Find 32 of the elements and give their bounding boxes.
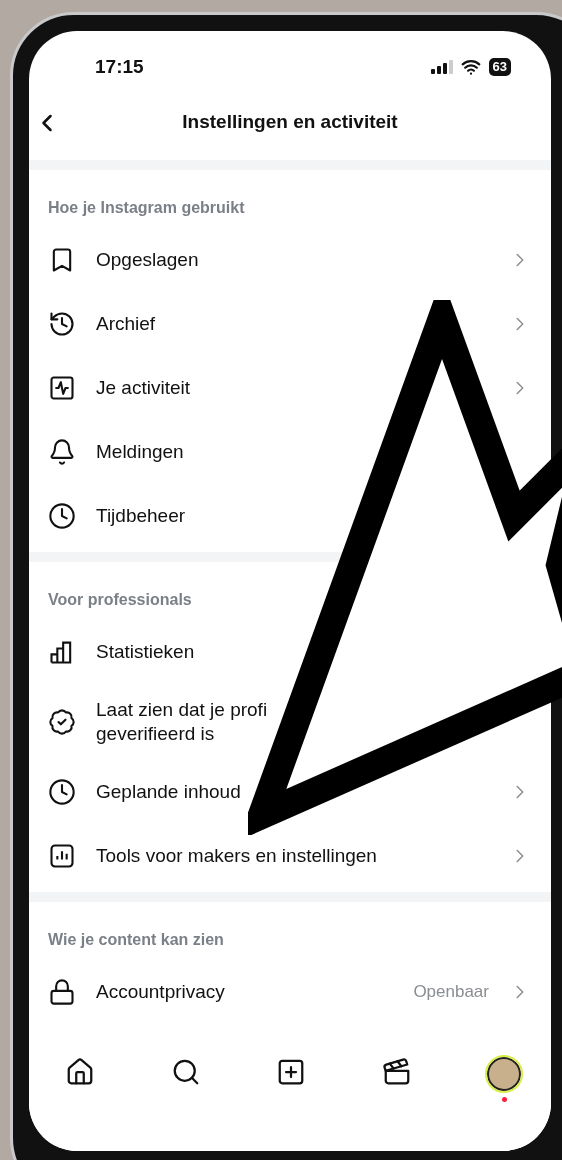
battery-indicator: 63 (488, 58, 511, 76)
row-label[interactable]: Je activiteit (96, 376, 190, 400)
status-time: 17:15 (95, 54, 144, 79)
section-heading: Wie je content kan zien (48, 930, 224, 950)
clock-icon (48, 778, 76, 806)
wifi-icon (460, 57, 481, 77)
row-label[interactable]: Statistieken (96, 640, 195, 664)
screen-title: Instellingen en activiteit (182, 110, 398, 135)
clapperboard-icon[interactable] (381, 1057, 412, 1087)
row-label[interactable]: Tools voor makers en instellingen (96, 844, 377, 868)
section-heading: Voor professionals (48, 590, 192, 610)
row-label[interactable]: geverifieerd is (96, 722, 215, 746)
history-icon (48, 310, 76, 338)
lock-icon (48, 978, 76, 1006)
row-label[interactable]: Meldingen (96, 440, 184, 464)
chart-square-icon (48, 842, 76, 870)
add-icon[interactable] (276, 1057, 306, 1087)
profile-avatar[interactable] (487, 1057, 521, 1091)
verified-badge-icon (48, 708, 76, 736)
bell-icon (48, 438, 76, 466)
section-heading: Hoe je Instagram gebruikt (48, 198, 245, 218)
activity-icon (48, 374, 76, 402)
row-value: Openbaar (413, 981, 489, 1003)
row-label[interactable]: Opgeslagen (96, 248, 199, 272)
home-icon[interactable] (65, 1057, 95, 1087)
row-label[interactable]: Tijdbeheer (96, 504, 186, 528)
signal-icon (430, 60, 453, 74)
row-label[interactable]: Laat zien dat je profi (96, 698, 268, 722)
row-label[interactable]: Archief (96, 312, 156, 336)
row-label[interactable]: Accountprivacy (96, 980, 225, 1004)
row-label[interactable]: Geplande inhoud (96, 780, 241, 804)
clock-icon (48, 502, 76, 530)
